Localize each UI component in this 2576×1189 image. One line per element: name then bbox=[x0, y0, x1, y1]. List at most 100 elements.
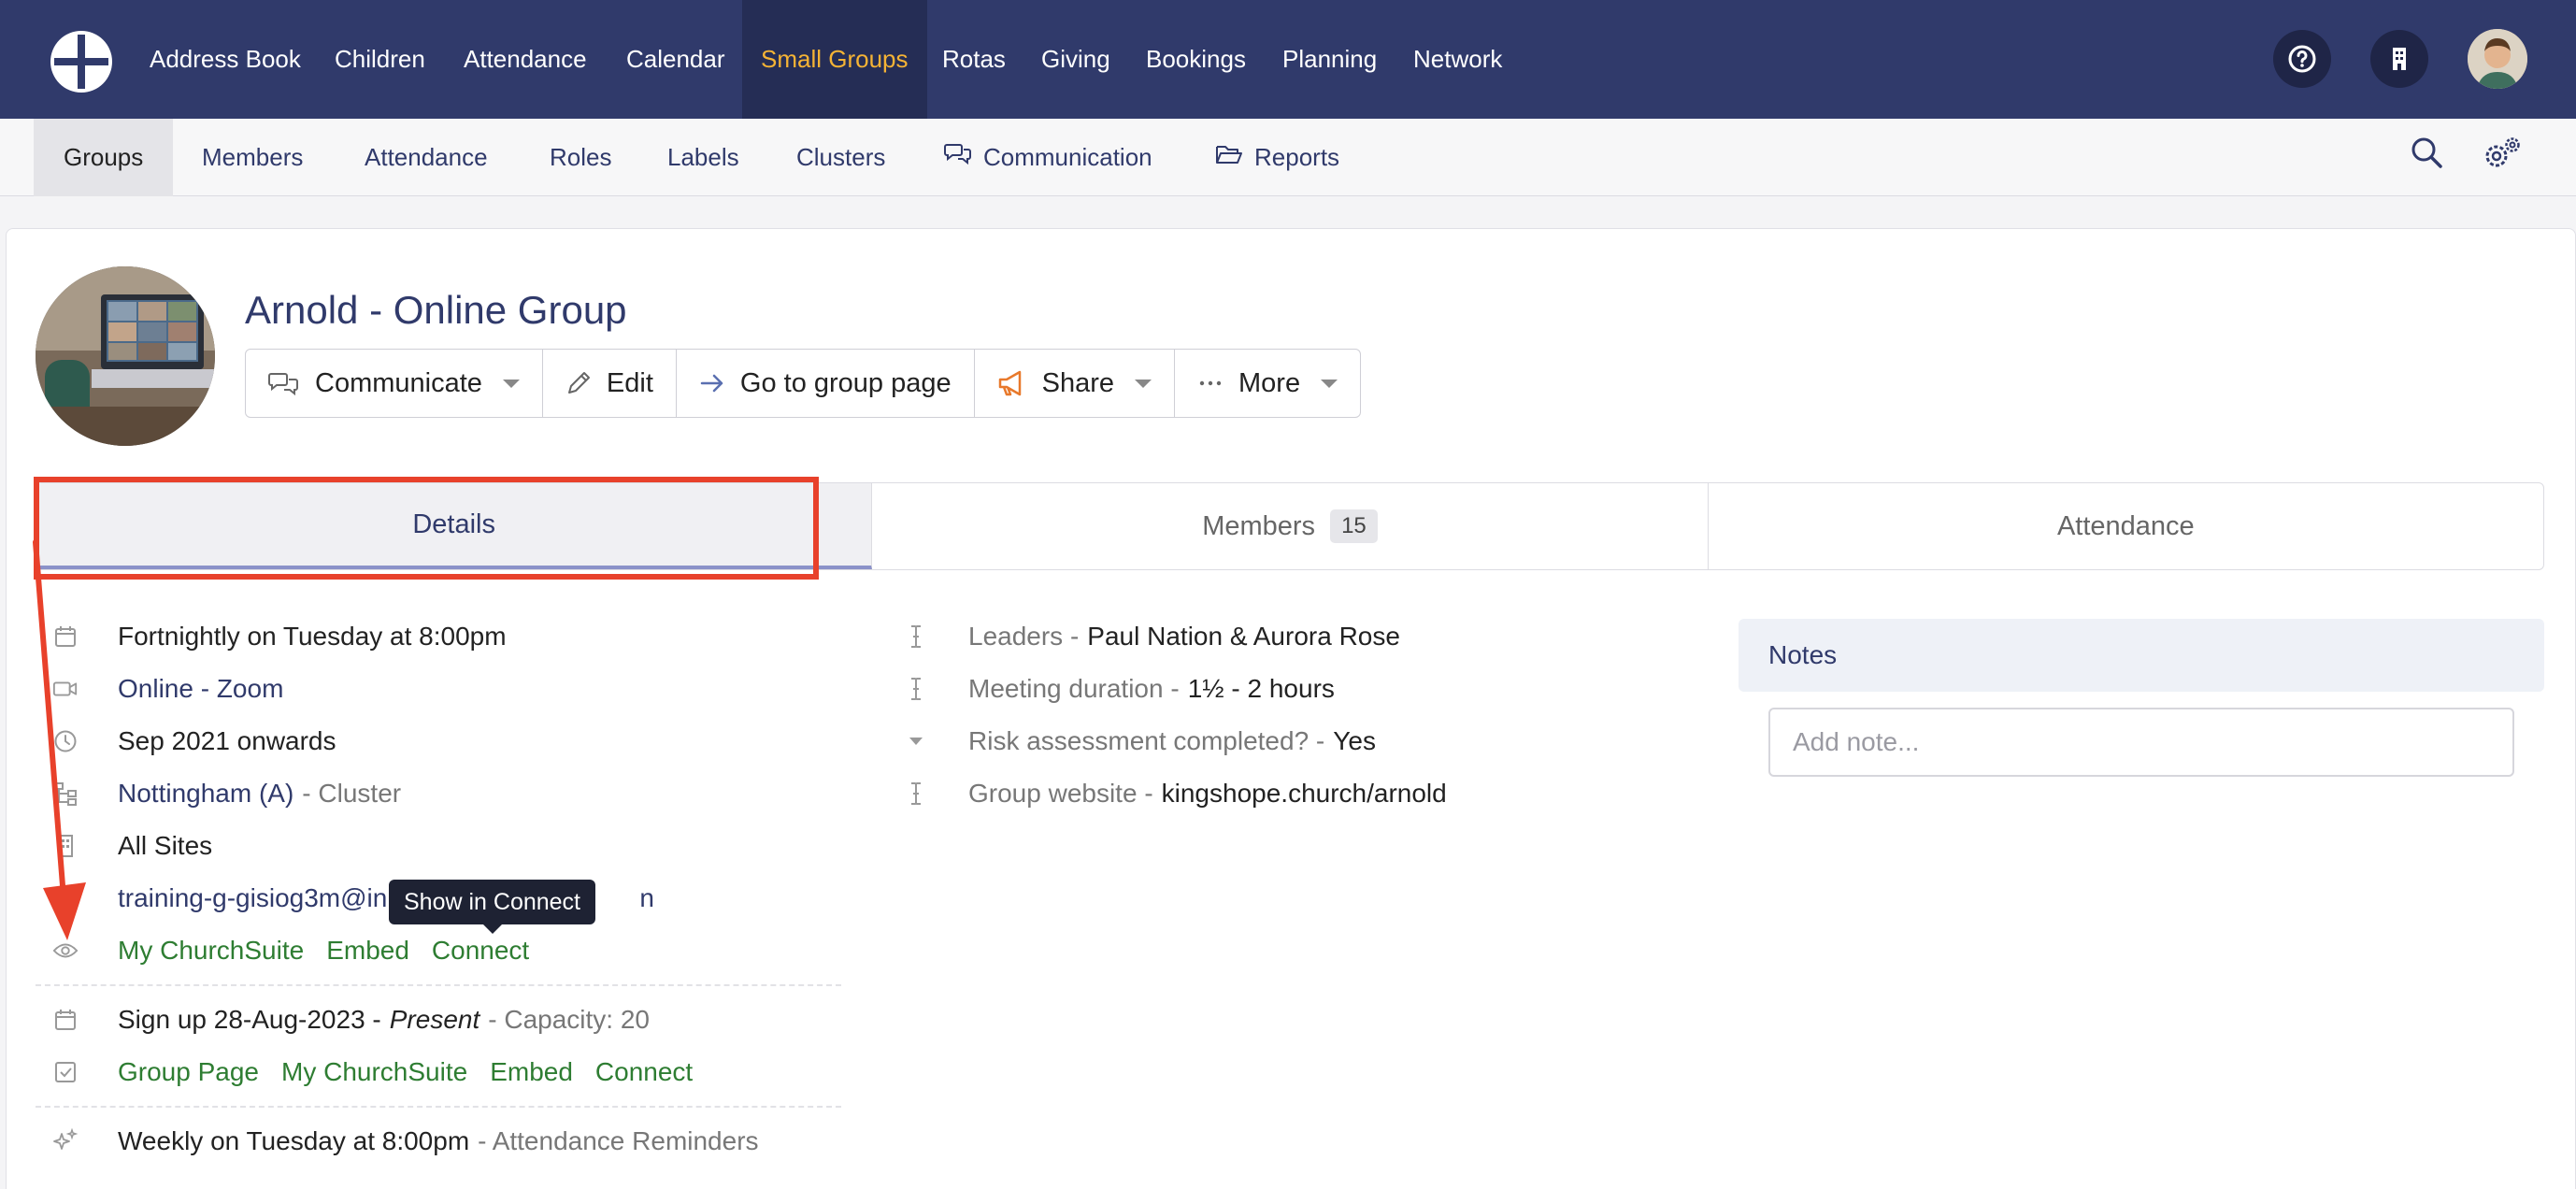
reminders-suffix: - Attendance Reminders bbox=[478, 1126, 759, 1155]
sparkles-icon bbox=[52, 1128, 79, 1154]
signup-group-page-link[interactable]: Group Page bbox=[118, 1057, 259, 1087]
members-count-badge: 15 bbox=[1330, 509, 1378, 543]
more-button[interactable]: More bbox=[1175, 350, 1360, 417]
building-icon[interactable] bbox=[2370, 30, 2428, 88]
tab-members-label: Members bbox=[1202, 510, 1316, 541]
tab-attendance[interactable]: Attendance bbox=[1709, 483, 2543, 569]
signup-connect-link[interactable]: Connect bbox=[595, 1057, 693, 1087]
chevron-down-icon bbox=[1321, 379, 1338, 388]
megaphone-icon bbox=[997, 369, 1027, 397]
signup-capacity: - Capacity: 20 bbox=[488, 1005, 650, 1034]
group-title: Arnold - Online Group bbox=[245, 288, 627, 332]
subnav-attendance[interactable]: Attendance bbox=[365, 119, 488, 196]
leaders-value: Paul Nation & Aurora Rose bbox=[1087, 622, 1400, 651]
email-icon bbox=[52, 885, 79, 911]
churchsuite-logo-icon[interactable] bbox=[50, 31, 112, 93]
location-link[interactable]: Online - Zoom bbox=[118, 674, 283, 704]
leaders-label: Leaders - bbox=[968, 622, 1080, 651]
nav-network[interactable]: Network bbox=[1395, 0, 1521, 119]
text-cursor-icon bbox=[903, 623, 929, 650]
nav-children[interactable]: Children bbox=[316, 0, 444, 119]
video-camera-icon bbox=[52, 676, 79, 702]
field-website: Group website - kingshope.church/arnold bbox=[903, 773, 1447, 814]
subnav-labels[interactable]: Labels bbox=[667, 119, 739, 196]
detail-site: All Sites bbox=[52, 825, 212, 867]
search-icon[interactable] bbox=[2410, 136, 2443, 174]
subnav-clusters[interactable]: Clusters bbox=[796, 119, 885, 196]
detail-signup-links: Group Page My ChurchSuite Embed Connect bbox=[52, 1052, 693, 1093]
calendar-icon bbox=[52, 1007, 79, 1033]
site-text: All Sites bbox=[118, 831, 213, 860]
nav-rotas[interactable]: Rotas bbox=[923, 0, 1024, 119]
add-note-input[interactable] bbox=[1768, 708, 2514, 777]
visibility-connect-link[interactable]: Connect bbox=[432, 936, 529, 966]
text-cursor-icon bbox=[903, 676, 929, 702]
nav-bookings[interactable]: Bookings bbox=[1127, 0, 1265, 119]
group-photo bbox=[36, 266, 215, 446]
visibility-my-churchsuite-link[interactable]: My ChurchSuite bbox=[118, 936, 304, 966]
signup-my-churchsuite-link[interactable]: My ChurchSuite bbox=[281, 1057, 467, 1087]
signup-embed-link[interactable]: Embed bbox=[490, 1057, 573, 1087]
detail-reminders: Weekly on Tuesday at 8:00pm - Attendance… bbox=[52, 1121, 759, 1162]
tab-members[interactable]: Members 15 bbox=[872, 483, 1709, 569]
subnav-reports[interactable]: Reports bbox=[1215, 119, 1339, 196]
subnav-roles[interactable]: Roles bbox=[550, 119, 611, 196]
user-avatar[interactable] bbox=[2468, 29, 2527, 89]
email-link-tail[interactable]: n bbox=[639, 883, 654, 913]
tab-attendance-label: Attendance bbox=[2056, 510, 2195, 541]
subnav-groups[interactable]: Groups bbox=[34, 119, 174, 196]
signup-text: Sign up 28-Aug-2023 - bbox=[118, 1005, 381, 1034]
calendar-icon bbox=[52, 623, 79, 650]
schedule-text: Fortnightly on Tuesday at 8:00pm bbox=[118, 622, 507, 651]
edit-label: Edit bbox=[606, 367, 653, 398]
help-icon[interactable] bbox=[2273, 30, 2331, 88]
speech-bubbles-icon bbox=[268, 370, 300, 396]
nav-giving[interactable]: Giving bbox=[1023, 0, 1129, 119]
divider bbox=[36, 984, 841, 986]
eye-icon bbox=[52, 938, 79, 964]
subnav-communication[interactable]: Communication bbox=[944, 119, 1152, 196]
signup-present: Present bbox=[389, 1005, 480, 1034]
sub-navigation-bar: Groups Members Attendance Roles Labels C… bbox=[0, 119, 2576, 196]
settings-gears-icon[interactable] bbox=[2483, 136, 2522, 176]
start-date-text: Sep 2021 onwards bbox=[118, 726, 336, 755]
folder-open-icon bbox=[1215, 119, 1243, 196]
group-actions-toolbar: Communicate Edit Go to group page Share … bbox=[245, 349, 1362, 418]
nav-attendance[interactable]: Attendance bbox=[445, 0, 606, 119]
annotation-highlight-box bbox=[34, 477, 819, 580]
detail-cluster: Nottingham (A) - Cluster bbox=[52, 773, 401, 814]
visibility-embed-link[interactable]: Embed bbox=[326, 936, 409, 966]
go-to-group-page-label: Go to group page bbox=[739, 367, 952, 398]
caret-down-icon bbox=[903, 728, 929, 754]
clock-icon bbox=[52, 728, 79, 754]
speech-bubbles-icon bbox=[944, 119, 972, 196]
detail-signup: Sign up 28-Aug-2023 - Present - Capacity… bbox=[52, 999, 650, 1040]
hierarchy-icon bbox=[52, 781, 79, 807]
ellipsis-icon bbox=[1197, 370, 1224, 396]
field-duration: Meeting duration - 1½ - 2 hours bbox=[903, 668, 1335, 709]
duration-value: 1½ - 2 hours bbox=[1187, 674, 1335, 703]
detail-schedule: Fortnightly on Tuesday at 8:00pm bbox=[52, 616, 507, 657]
risk-value: Yes bbox=[1333, 726, 1376, 755]
notes-heading: Notes bbox=[1739, 619, 2544, 692]
building-icon bbox=[52, 833, 79, 859]
email-link[interactable]: training-g-gisiog3m@in bbox=[118, 883, 387, 913]
cluster-suffix: - Cluster bbox=[302, 779, 402, 808]
nav-address-book[interactable]: Address Book bbox=[131, 0, 320, 119]
edit-button[interactable]: Edit bbox=[543, 350, 677, 417]
duration-label: Meeting duration - bbox=[968, 674, 1180, 703]
text-cursor-icon bbox=[903, 781, 929, 807]
go-to-group-page-button[interactable]: Go to group page bbox=[677, 350, 975, 417]
detail-start-date: Sep 2021 onwards bbox=[52, 721, 336, 762]
nav-small-groups[interactable]: Small Groups bbox=[742, 0, 927, 119]
cluster-link[interactable]: Nottingham (A) bbox=[118, 779, 293, 809]
show-in-connect-tooltip: Show in Connect bbox=[389, 880, 596, 934]
subnav-members[interactable]: Members bbox=[202, 119, 303, 196]
communicate-label: Communicate bbox=[315, 367, 482, 398]
nav-calendar[interactable]: Calendar bbox=[608, 0, 744, 119]
risk-label: Risk assessment completed? - bbox=[968, 726, 1325, 755]
share-button[interactable]: Share bbox=[975, 350, 1176, 417]
nav-planning[interactable]: Planning bbox=[1264, 0, 1395, 119]
subnav-reports-label: Reports bbox=[1254, 143, 1340, 171]
communicate-button[interactable]: Communicate bbox=[246, 350, 543, 417]
